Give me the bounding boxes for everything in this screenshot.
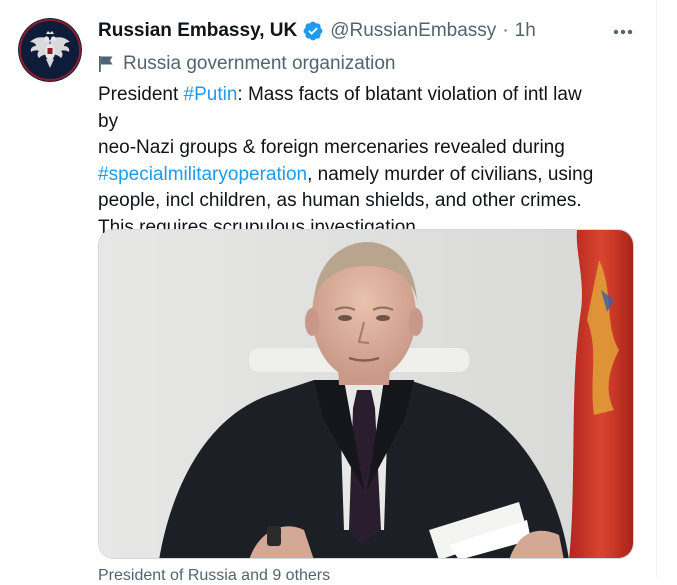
more-horizontal-icon	[613, 29, 633, 35]
verified-badge-icon	[302, 20, 324, 42]
timestamp[interactable]: 1h	[515, 20, 536, 42]
column-divider	[656, 0, 657, 577]
text-segment: neo-Nazi groups & foreign mercenaries re…	[98, 137, 565, 158]
ukraine-flag-emoji	[123, 112, 147, 129]
tweet-header: Russian Embassy, UK @RussianEmbassy · 1h	[98, 18, 636, 44]
photo-image	[99, 230, 633, 558]
text-segment: President	[98, 84, 184, 105]
flag-icon	[99, 56, 113, 72]
government-label[interactable]: Russia government organization	[98, 52, 396, 76]
media-caption[interactable]: President of Russia and 9 others	[98, 567, 330, 585]
hashtag-putin-link[interactable]: #Putin	[184, 84, 238, 105]
display-name[interactable]: Russian Embassy, UK	[98, 20, 297, 42]
tweet-line-2: by	[98, 109, 648, 136]
tweet-line-1: President #Putin: Mass facts of blatant …	[98, 82, 648, 109]
label-text: Russia government organization	[123, 53, 396, 74]
more-button[interactable]	[606, 18, 640, 46]
text-segment: : Mass facts of blatant violation of int…	[237, 84, 582, 105]
separator-dot: ·	[502, 20, 509, 41]
handle[interactable]: @RussianEmbassy	[330, 20, 496, 42]
tweet-line-4: people, incl children, as human shields,…	[98, 190, 582, 211]
tweet-media-photo[interactable]	[98, 229, 634, 559]
avatar[interactable]	[18, 18, 82, 82]
text-segment: , namely murder of civilians, using	[307, 163, 594, 185]
hashtag-specialmilitaryoperation-link[interactable]: #specialmilitaryoperation	[98, 164, 307, 185]
text-segment: by	[98, 110, 124, 132]
tweet-line-3: #specialmilitaryoperation, namely murder…	[98, 162, 648, 189]
embassy-emblem-icon	[18, 18, 82, 82]
tweet-card[interactable]: Russian Embassy, UK @RussianEmbassy · 1h…	[0, 0, 656, 584]
tweet-text: President #Putin: Mass facts of blatant …	[98, 82, 648, 241]
